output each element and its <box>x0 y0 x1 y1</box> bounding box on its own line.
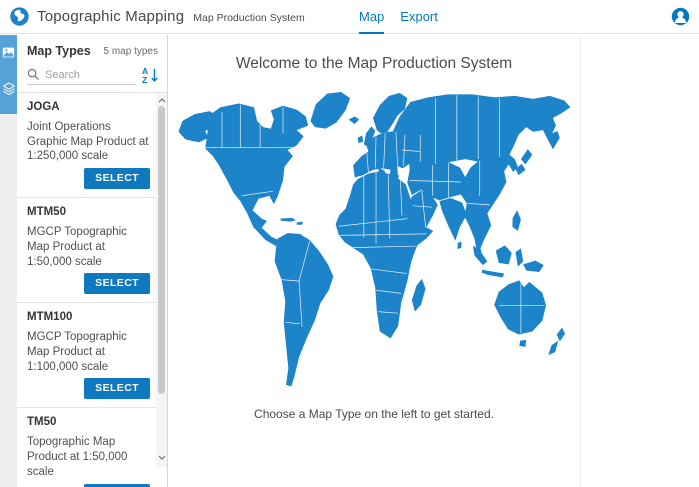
welcome-title: Welcome to the Map Production System <box>168 55 580 73</box>
app-body: Map Types 5 map types A Z JOGA Joint Ope… <box>0 35 699 487</box>
item-description: MGCP Topographic Map Product at 1:100,00… <box>27 330 150 374</box>
app-subtitle: Map Production System <box>193 9 304 24</box>
account-icon[interactable] <box>671 7 690 26</box>
layers-icon[interactable] <box>0 75 17 101</box>
chevron-down-icon[interactable] <box>156 451 167 463</box>
map-type-count: 5 map types <box>104 46 158 58</box>
app-title: Topographic Mapping <box>37 8 184 25</box>
brand: Topographic Mapping Map Production Syste… <box>0 6 305 27</box>
tool-strip-active-group <box>0 35 17 114</box>
search-row: A Z <box>17 58 167 93</box>
main-tabs: Map Export <box>359 0 438 34</box>
search-input[interactable] <box>45 69 136 81</box>
select-button-mtm100[interactable]: SELECT <box>84 378 150 399</box>
item-title: JOGA <box>27 101 150 113</box>
list-item-mtm100: MTM100 MGCP Topographic Map Product at 1… <box>17 303 156 408</box>
map-types-panel: Map Types 5 map types A Z JOGA Joint Ope… <box>17 35 168 487</box>
item-description: Topographic Map Product at 1:50,000 scal… <box>27 435 150 479</box>
main-content: Welcome to the Map Production System Cho… <box>168 35 699 487</box>
map-product-icon[interactable] <box>0 39 17 65</box>
select-button-joga[interactable]: SELECT <box>84 168 150 189</box>
item-title: MTM100 <box>27 311 150 323</box>
item-description: MGCP Topographic Map Product at 1:50,000… <box>27 225 150 269</box>
panel-header: Map Types 5 map types <box>17 35 167 58</box>
svg-text:Z: Z <box>142 75 147 85</box>
instruction-text: Choose a Map Type on the left to get sta… <box>168 407 580 421</box>
tab-map[interactable]: Map <box>359 0 384 34</box>
item-title: TM50 <box>27 416 150 428</box>
world-map-container <box>168 89 580 399</box>
list-item-tm50: TM50 Topographic Map Product at 1:50,000… <box>17 408 156 487</box>
app-header: Topographic Mapping Map Production Syste… <box>0 0 699 34</box>
sort-az-icon[interactable]: A Z <box>141 66 159 85</box>
tab-export[interactable]: Export <box>400 0 438 34</box>
list-item-joga: JOGA Joint Operations Graphic Map Produc… <box>17 93 156 198</box>
world-map <box>176 89 573 394</box>
search-box <box>27 68 136 85</box>
panel-title: Map Types <box>27 44 91 58</box>
list-scrollbar[interactable] <box>156 93 167 467</box>
map-type-list: JOGA Joint Operations Graphic Map Produc… <box>17 93 167 487</box>
tool-strip <box>0 35 17 487</box>
welcome-panel: Welcome to the Map Production System Cho… <box>168 35 581 487</box>
select-button-tm50[interactable]: SELECT <box>84 484 150 487</box>
item-description: Joint Operations Graphic Map Product at … <box>27 120 150 164</box>
item-title: MTM50 <box>27 206 150 218</box>
scrollbar-thumb[interactable] <box>158 106 165 394</box>
search-icon <box>27 68 40 81</box>
select-button-mtm50[interactable]: SELECT <box>84 273 150 294</box>
list-item-mtm50: MTM50 MGCP Topographic Map Product at 1:… <box>17 198 156 303</box>
chevron-up-icon[interactable] <box>156 94 167 106</box>
globe-icon <box>9 6 30 27</box>
